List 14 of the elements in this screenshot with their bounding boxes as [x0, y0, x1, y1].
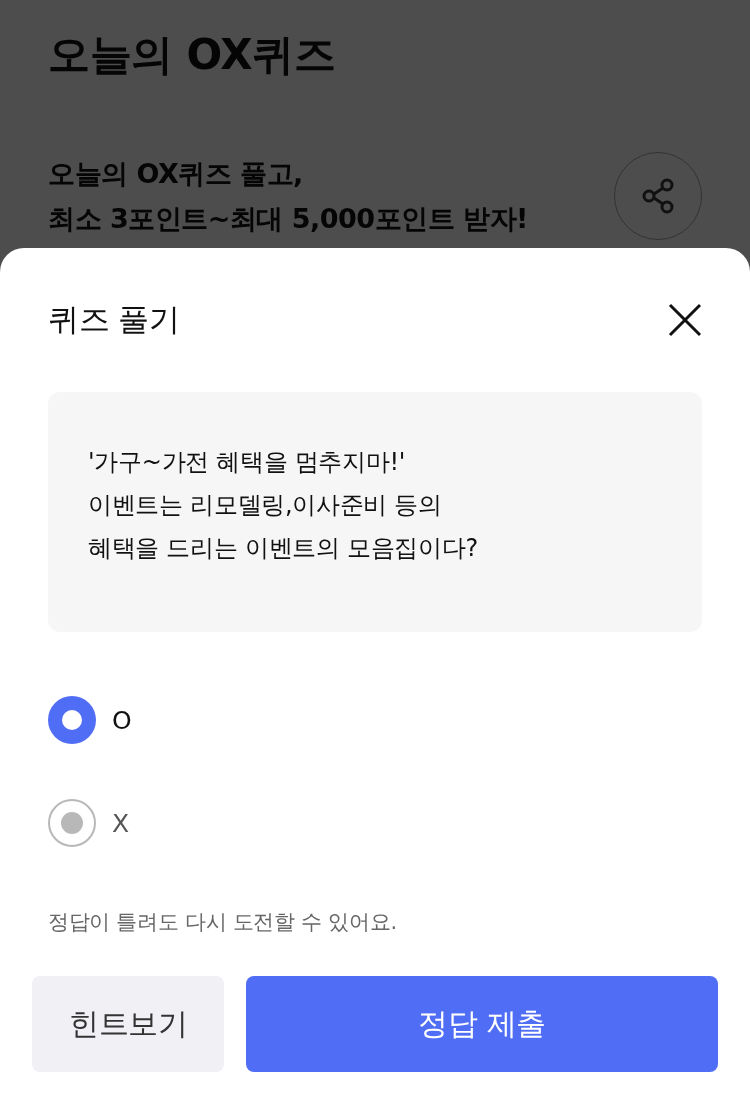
option-label: X	[112, 808, 130, 838]
close-button[interactable]	[668, 303, 702, 337]
submit-button[interactable]: 정답 제출	[246, 976, 718, 1072]
share-icon	[642, 178, 674, 214]
close-icon	[668, 303, 702, 337]
radio-button[interactable]	[48, 799, 96, 847]
question-text: '가구~가전 혜택을 멈추지마!' 이벤트는 리모델링,이사준비 등의 혜택을 드리는 이벤트의 모음집이다?	[88, 447, 479, 564]
promo-subtitle: 오늘의 OX퀴즈 풀고, 최소 3포인트~최대 5,000포인트 받자!	[48, 157, 528, 236]
retry-note: 정답이 틀려도 다시 도전할 수 있어요.	[48, 909, 398, 936]
option-label: O	[112, 705, 132, 735]
sheet-title: 퀴즈 풀기	[48, 300, 180, 339]
page-title: 오늘의 OX퀴즈	[48, 29, 337, 81]
radio-button[interactable]	[48, 696, 96, 744]
hint-button[interactable]: 힌트보기	[32, 976, 224, 1072]
